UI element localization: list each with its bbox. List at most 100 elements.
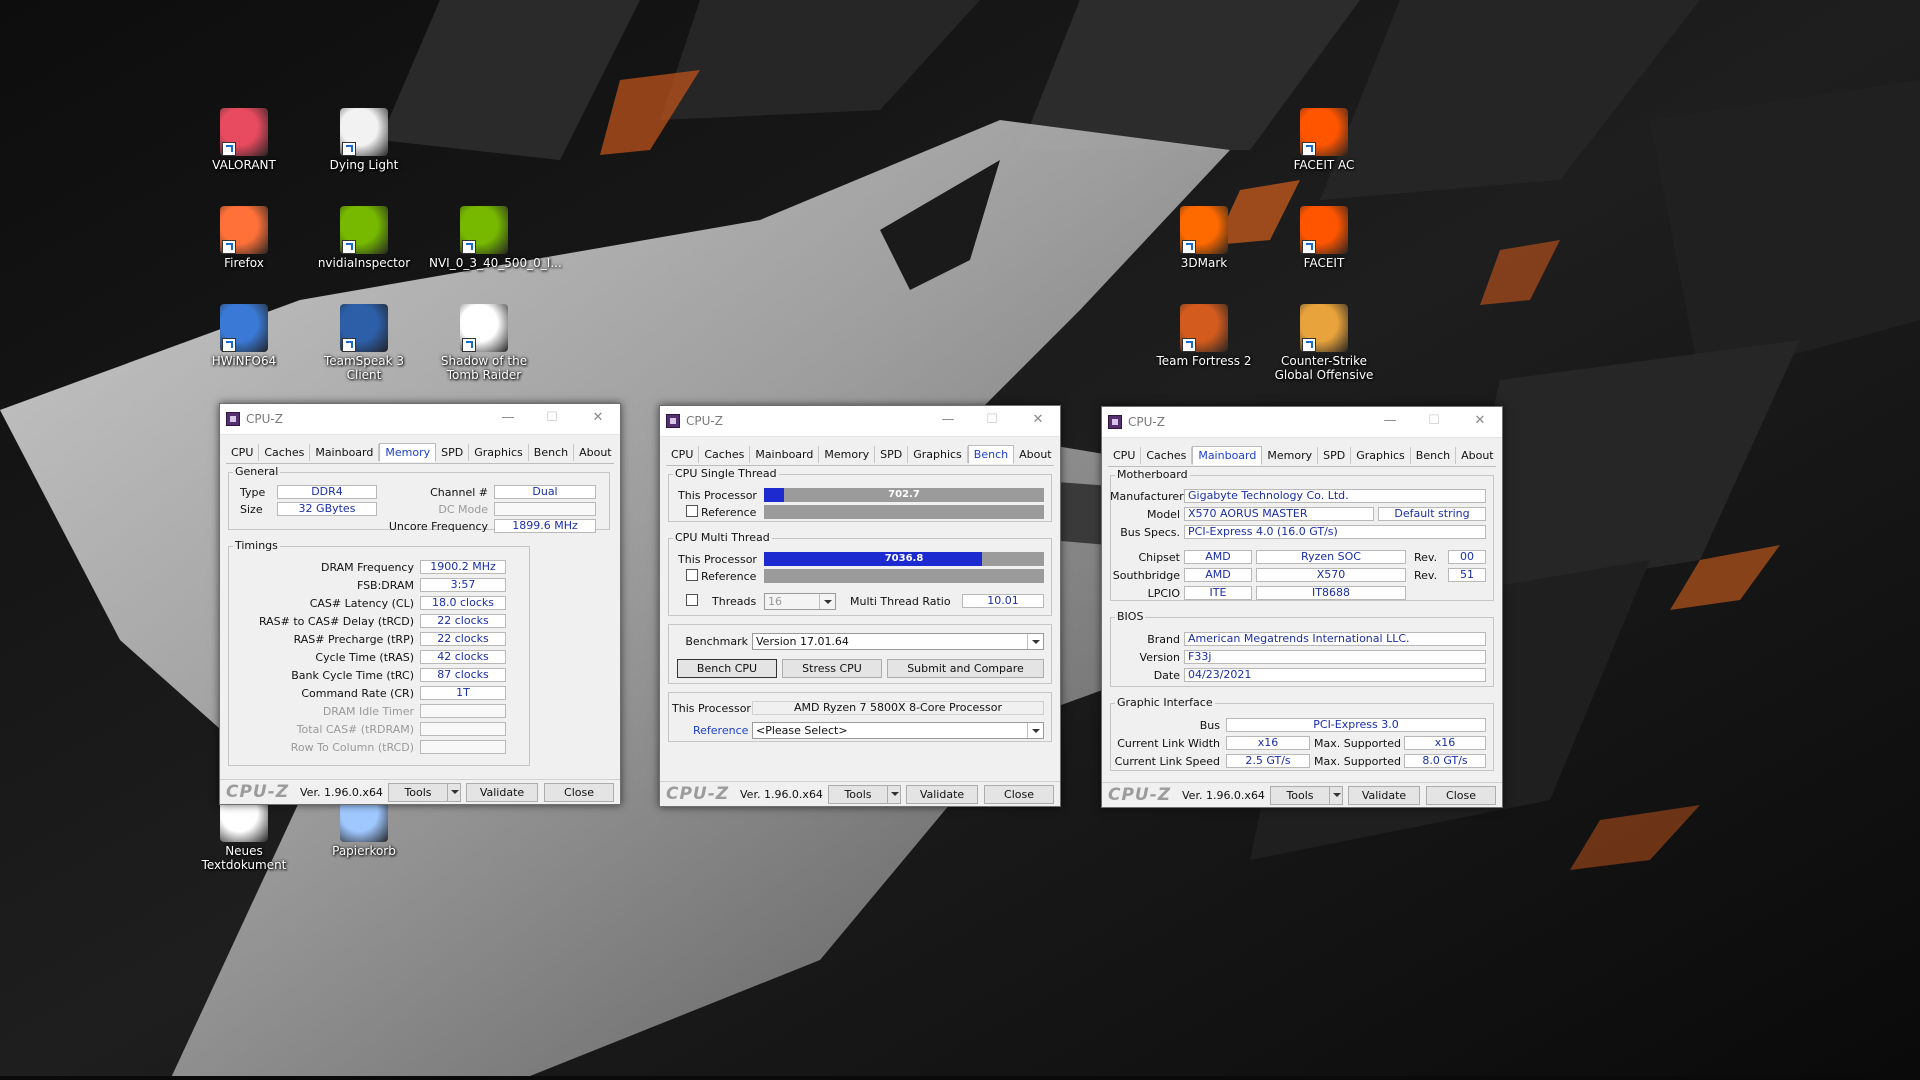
title-bar[interactable]: CPU-Z — ☐ ✕: [220, 404, 620, 435]
tools-dropdown-icon[interactable]: [1329, 786, 1343, 805]
timing-label: RAS# Precharge (tRP): [293, 633, 414, 646]
maximize-icon[interactable]: ☐: [984, 412, 1000, 428]
desktop-icon-label: TeamSpeak 3 Client: [323, 354, 405, 382]
tab-graphics[interactable]: Graphics: [908, 446, 968, 463]
reference-link[interactable]: Reference: [693, 724, 748, 737]
minimize-icon[interactable]: —: [1382, 413, 1398, 429]
multi-reference-label: Reference: [701, 570, 757, 583]
timing-label: FSB:DRAM: [356, 579, 414, 592]
threads-select[interactable]: 16: [764, 593, 836, 610]
tab-caches[interactable]: Caches: [259, 444, 311, 461]
tab-memory[interactable]: Memory: [819, 446, 876, 463]
minimize-icon[interactable]: —: [500, 410, 516, 426]
desktop-icon-valorant[interactable]: VALORANT: [189, 108, 299, 172]
tab-spd[interactable]: SPD: [1318, 447, 1352, 464]
close-button[interactable]: Close: [984, 785, 1054, 804]
desktop-icon-team-fortress[interactable]: Team Fortress 2: [1149, 304, 1259, 368]
tab-cpu[interactable]: CPU: [1108, 447, 1142, 464]
tab-about[interactable]: About: [574, 444, 617, 461]
tab-about[interactable]: About: [1456, 447, 1499, 464]
processor-label: This Processor: [672, 702, 751, 715]
desktop-icon-3dmark[interactable]: 3DMark: [1149, 206, 1259, 270]
desktop-icon-faceit[interactable]: FACEIT: [1269, 206, 1379, 270]
tools-dropdown-icon[interactable]: [887, 785, 901, 804]
tools-button[interactable]: Tools: [1270, 786, 1330, 805]
tab-graphics[interactable]: Graphics: [1351, 447, 1411, 464]
shortcut-arrow-icon: [342, 240, 356, 254]
bench-cpu-button[interactable]: Bench CPU: [677, 659, 777, 678]
desktop-icon-nvidia-inspector[interactable]: nvidiaInspector: [309, 206, 419, 270]
close-icon[interactable]: ✕: [1030, 412, 1046, 428]
tab-cpu[interactable]: CPU: [226, 444, 260, 461]
shortcut-arrow-icon: [1302, 142, 1316, 156]
reference-select[interactable]: <Please Select>: [752, 722, 1044, 739]
benchmark-select[interactable]: Version 17.01.64: [752, 633, 1044, 650]
desktop-icon-text-document[interactable]: Neues Textdokument: [189, 794, 299, 872]
desktop-icon-dying-light[interactable]: Dying Light: [309, 108, 419, 172]
desktop-icon-csgo[interactable]: Counter-Strike Global Offensive: [1269, 304, 1379, 382]
validate-button[interactable]: Validate: [1348, 786, 1420, 805]
tab-graphics[interactable]: Graphics: [469, 444, 529, 461]
chipset-vendor-value: AMD: [1184, 550, 1252, 564]
current-link-width-value: x16: [1226, 736, 1310, 750]
multi-reference-checkbox[interactable]: [686, 569, 698, 581]
tab-mainboard[interactable]: Mainboard: [310, 444, 380, 461]
tab-caches[interactable]: Caches: [1141, 447, 1193, 464]
tab-about[interactable]: About: [1014, 446, 1057, 463]
tools-dropdown-icon[interactable]: [447, 783, 461, 802]
memory-panel: General Type DDR4 Size 32 GBytes Channel…: [220, 464, 620, 779]
shortcut-arrow-icon: [342, 142, 356, 156]
close-button[interactable]: Close: [1426, 786, 1496, 805]
desktop-icon-label: Neues Textdokument: [201, 844, 287, 872]
close-button[interactable]: Close: [544, 783, 614, 802]
bios-date-label: Date: [1153, 669, 1180, 682]
tab-caches[interactable]: Caches: [699, 446, 751, 463]
maximize-icon[interactable]: ☐: [1426, 413, 1442, 429]
tab-bar: CPU Caches Mainboard Memory SPD Graphics Bench…: [226, 443, 614, 464]
cpuz-window-bench[interactable]: CPU-Z — ☐ ✕ CPU Caches Mainboard Memory SPD G…: [659, 405, 1061, 807]
tab-mainboard[interactable]: Mainboard: [750, 446, 820, 463]
desktop-icon-label: HWiNFO64: [211, 354, 277, 368]
shortcut-arrow-icon: [462, 240, 476, 254]
tab-spd[interactable]: SPD: [436, 444, 470, 461]
validate-button[interactable]: Validate: [906, 785, 978, 804]
tools-button[interactable]: Tools: [828, 785, 888, 804]
desktop-icon-faceit-ac[interactable]: FACEIT AC: [1269, 108, 1379, 172]
ratio-value: 10.01: [962, 594, 1044, 608]
desktop-icon-teamspeak[interactable]: TeamSpeak 3 Client: [309, 304, 419, 382]
tab-mainboard[interactable]: Mainboard: [1192, 446, 1263, 465]
minimize-icon[interactable]: —: [940, 412, 956, 428]
busspecs-value: PCI-Express 4.0 (16.0 GT/s): [1184, 525, 1486, 539]
tab-memory[interactable]: Memory: [1262, 447, 1319, 464]
tab-bench[interactable]: Bench: [1411, 447, 1457, 464]
valorant-icon: [220, 108, 268, 156]
dying-light-icon: [340, 108, 388, 156]
tab-bench[interactable]: Bench: [529, 444, 575, 461]
stress-cpu-button[interactable]: Stress CPU: [782, 659, 882, 678]
tab-memory[interactable]: Memory: [379, 443, 437, 462]
desktop-icon-firefox[interactable]: Firefox: [189, 206, 299, 270]
desktop-icon-label: Firefox: [224, 256, 264, 270]
tab-spd[interactable]: SPD: [875, 446, 909, 463]
title-bar[interactable]: CPU-Z — ☐ ✕: [1102, 407, 1502, 438]
cpuz-window-memory[interactable]: CPU-Z — ☐ ✕ CPU Caches Mainboard Memory SPD G…: [219, 403, 621, 805]
maximize-icon[interactable]: ☐: [544, 410, 560, 426]
tab-bench[interactable]: Bench: [967, 445, 1015, 464]
single-reference-checkbox[interactable]: [686, 505, 698, 517]
validate-button[interactable]: Validate: [466, 783, 538, 802]
shortcut-arrow-icon: [1182, 338, 1196, 352]
title-bar[interactable]: CPU-Z — ☐ ✕: [660, 406, 1060, 437]
desktop-icon-tomb-raider[interactable]: Shadow of the Tomb Raider: [429, 304, 539, 382]
threads-checkbox[interactable]: [686, 594, 698, 606]
close-icon[interactable]: ✕: [1472, 413, 1488, 429]
desktop-icon-hwinfo64[interactable]: HWiNFO64: [189, 304, 299, 368]
cpuz-app-icon: [1108, 415, 1122, 429]
version-text: Ver. 1.96.0.x64: [1182, 789, 1265, 802]
desktop-icon-nvi-installer[interactable]: NVI_0_3_40_500_0_I...: [429, 206, 562, 270]
max-supported-width-value: x16: [1404, 736, 1486, 750]
close-icon[interactable]: ✕: [590, 410, 606, 426]
cpuz-window-mainboard[interactable]: CPU-Z — ☐ ✕ CPU Caches Mainboard Memory SPD G…: [1101, 406, 1503, 808]
tab-cpu[interactable]: CPU: [666, 446, 700, 463]
submit-compare-button[interactable]: Submit and Compare: [887, 659, 1044, 678]
tools-button[interactable]: Tools: [388, 783, 448, 802]
